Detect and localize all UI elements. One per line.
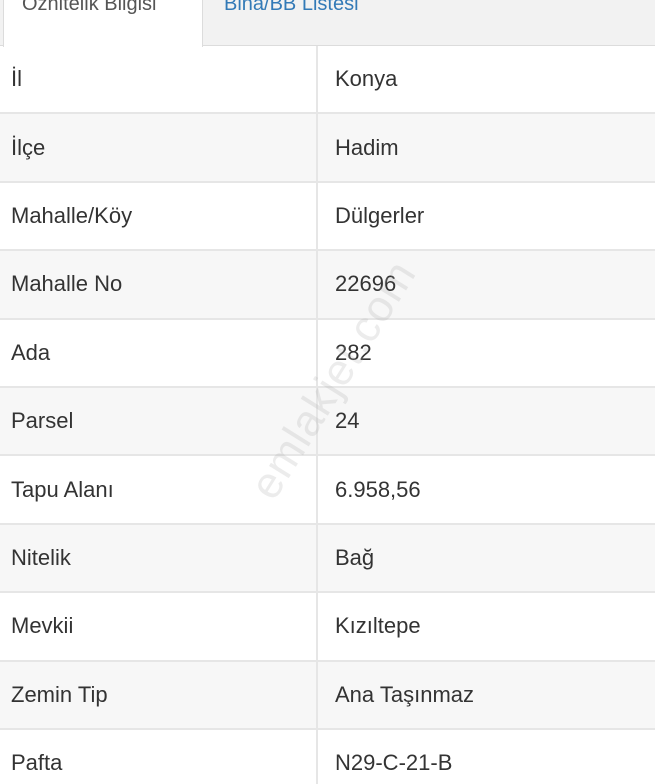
table-row: Ada 282 [0, 319, 655, 388]
row-label: Mahalle/Köy [0, 182, 318, 250]
row-value: Kızıltepe [335, 613, 421, 639]
row-value: Hadim [335, 134, 399, 160]
row-label: Ada [0, 319, 318, 386]
row-value: Dülgerler [335, 202, 425, 228]
table-row: Parsel 24 [0, 387, 655, 457]
tab-label: Öznitelik Bilgisi [22, 0, 157, 15]
row-value: 24 [335, 408, 360, 434]
row-value: N29-C-21-B [335, 750, 453, 776]
table-row: İl Konya [0, 46, 655, 115]
table-row: Mevkii Kızıltepe [0, 593, 655, 662]
attribute-table: İl Konya İlçe Hadim Mahalle/Köy Dülgerle… [0, 46, 655, 784]
row-label: Zemin Tip [0, 661, 318, 728]
row-label: Tapu Alanı [0, 456, 318, 523]
row-label: Parsel [0, 387, 318, 455]
tab-label: Bina/BB Listesi [224, 0, 359, 15]
row-value: 6.958,56 [335, 476, 421, 502]
table-row: Pafta N29-C-21-B [0, 729, 655, 784]
row-value: Ana Taşınmaz [335, 681, 475, 707]
row-label: Mevkii [0, 593, 318, 660]
page: Öznitelik Bilgisi Bina/BB Listesi İl Kon… [0, 0, 655, 784]
table-row: Nitelik Bağ [0, 524, 655, 594]
row-value: Bağ [335, 544, 375, 570]
tab-bar: Öznitelik Bilgisi Bina/BB Listesi [0, 0, 655, 47]
row-value: 282 [335, 339, 372, 365]
row-label: İl [0, 46, 318, 113]
table-row: Tapu Alanı 6.958,56 [0, 456, 655, 525]
row-value: Konya [335, 66, 398, 92]
row-label: Mahalle No [0, 251, 318, 318]
tab-oznitelik-bilgisi[interactable]: Öznitelik Bilgisi [3, 0, 203, 47]
row-label: Pafta [0, 729, 318, 784]
table-row: Mahalle No 22696 [0, 251, 655, 320]
tab-bina-bb-listesi[interactable]: Bina/BB Listesi [206, 0, 426, 46]
table-row: İlçe Hadim [0, 114, 655, 183]
row-value: 22696 [335, 271, 397, 297]
row-label: Nitelik [0, 524, 318, 592]
table-row: Mahalle/Köy Dülgerler [0, 182, 655, 252]
table-row: Zemin Tip Ana Taşınmaz [0, 661, 655, 730]
row-label: İlçe [0, 114, 318, 181]
